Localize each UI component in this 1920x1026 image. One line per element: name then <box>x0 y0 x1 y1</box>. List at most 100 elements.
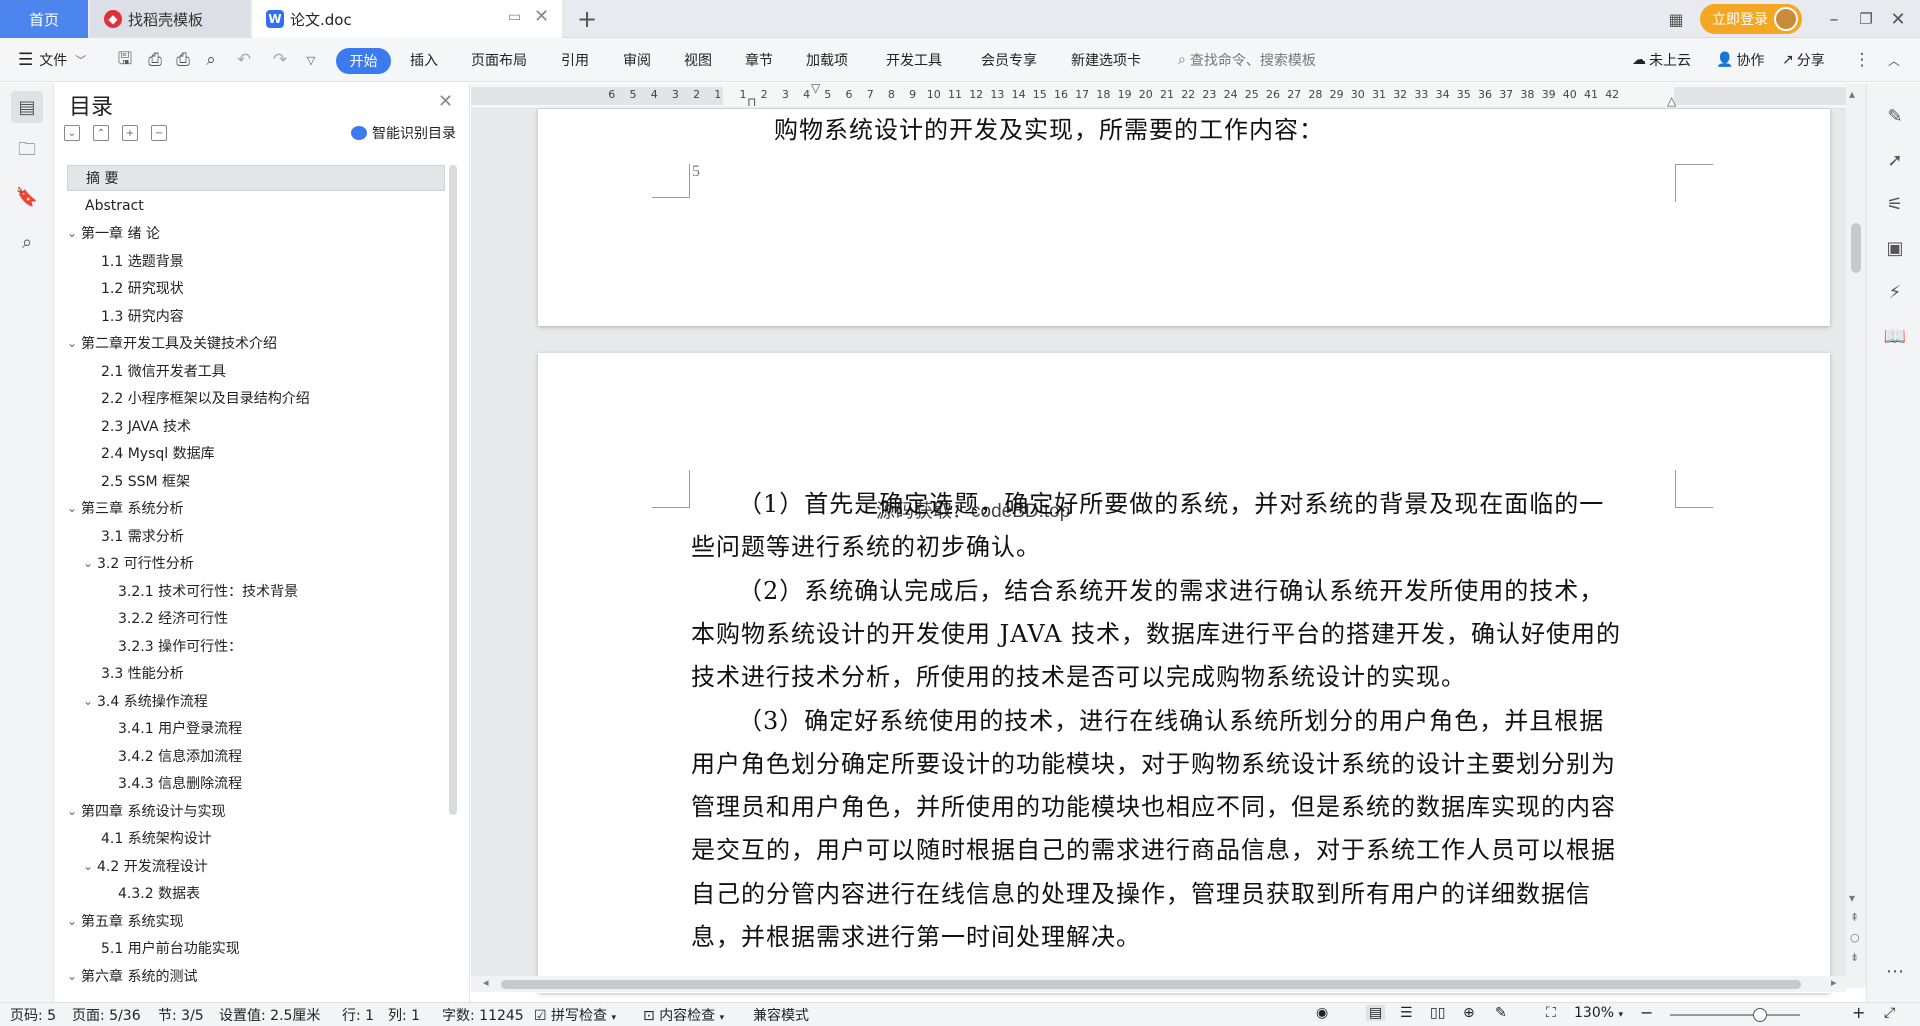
print-preview-icon[interactable]: ⌕ <box>200 49 222 71</box>
toc-item[interactable]: 3.2.3 操作可行性： <box>67 633 445 659</box>
next-page-icon[interactable]: ⇟ <box>1850 951 1859 964</box>
restore-icon[interactable]: ❐ <box>1852 4 1880 34</box>
tab-template-store[interactable]: ◆ 找稻壳模板 <box>90 0 250 38</box>
cloud-status[interactable]: ☁ 未上云 <box>1632 38 1691 82</box>
tab-document[interactable]: W 论文.doc ▭ ✕ <box>252 0 562 38</box>
collaborate-button[interactable]: 👤 协作 <box>1716 38 1764 82</box>
chevron-down-icon[interactable]: ⌄ <box>67 336 81 350</box>
toc-item[interactable]: 3.4.2 信息添加流程 <box>67 743 445 769</box>
toc-item[interactable]: ⌄ 第五章 系统实现 <box>67 908 445 934</box>
toc-scrollbar[interactable] <box>449 165 457 815</box>
ribbon-tab-review[interactable]: 审阅 <box>623 38 651 82</box>
chevron-down-icon[interactable]: ⌄ <box>67 226 81 240</box>
print-icon[interactable]: ⎙ <box>172 49 194 71</box>
apps-grid-icon[interactable]: ▦ <box>1662 6 1690 32</box>
window-restore-icon[interactable]: ▭ <box>508 9 521 25</box>
sliders-icon[interactable]: ⚟ <box>1882 191 1908 217</box>
close-tab-icon[interactable]: ✕ <box>534 6 549 27</box>
collapse-ribbon-icon[interactable]: ︿ <box>1884 49 1904 71</box>
chevron-down-icon[interactable]: ⌄ <box>83 859 97 873</box>
chevron-down-icon[interactable]: ⌄ <box>67 914 81 928</box>
remove-heading-icon[interactable]: − <box>151 125 167 141</box>
fit-page-icon[interactable]: ⛶ <box>1546 1005 1556 1021</box>
toc-item[interactable]: 1.3 研究内容 <box>67 303 445 329</box>
ribbon-tab-references[interactable]: 引用 <box>561 38 589 82</box>
select-browse-icon[interactable]: ○ <box>1850 931 1860 944</box>
file-menu[interactable]: ☰ 文件 ﹀ <box>18 38 86 82</box>
image-tool-icon[interactable]: ▣ <box>1882 235 1908 261</box>
toc-item[interactable]: 4.1 系统架构设计 <box>67 825 445 851</box>
chevron-down-icon[interactable]: ⌄ <box>67 501 81 515</box>
new-tab-icon[interactable]: + <box>572 4 602 34</box>
ribbon-tab-insert[interactable]: 插入 <box>410 38 438 82</box>
status-page-code[interactable]: 页码: 5 <box>10 1005 56 1025</box>
collapse-all-icon[interactable]: ⌄ <box>64 125 80 141</box>
outline-view-icon[interactable]: ☰ <box>1400 1005 1413 1021</box>
left-indent-icon[interactable]: ⊓ <box>747 95 756 109</box>
scroll-down-icon[interactable]: ▾ <box>1849 891 1855 905</box>
close-window-icon[interactable]: ✕ <box>1884 4 1912 34</box>
share-button[interactable]: ↗ 分享 <box>1782 38 1825 82</box>
toc-item[interactable]: 5.1 用户前台功能实现 <box>67 935 445 961</box>
toc-item[interactable]: 2.3 JAVA 技术 <box>67 413 445 439</box>
ribbon-tab-new[interactable]: 新建选项卡 <box>1071 38 1141 82</box>
fullscreen-icon[interactable]: ⤢ <box>1884 1005 1895 1021</box>
toc-item[interactable]: 2.2 小程序框架以及目录结构介绍 <box>67 385 445 411</box>
zoom-out-icon[interactable]: − <box>1640 1003 1653 1022</box>
undo-icon[interactable]: ↶ <box>230 49 258 71</box>
toc-item[interactable]: 2.4 Mysql 数据库 <box>67 440 445 466</box>
chevron-down-icon[interactable]: ⌄ <box>67 804 81 818</box>
toc-item[interactable]: ⌄ 第六章 系统的测试 <box>67 963 445 989</box>
toc-item[interactable]: 摘 要 <box>67 165 445 191</box>
zoom-level[interactable]: 130% ▾ <box>1574 1005 1623 1021</box>
status-page[interactable]: 页面: 5/36 <box>72 1005 141 1025</box>
ribbon-tab-member[interactable]: 会员专享 <box>981 38 1037 82</box>
zoom-slider-knob[interactable] <box>1753 1008 1767 1022</box>
status-word-count[interactable]: 字数: 11245 <box>442 1005 524 1025</box>
command-search[interactable]: ⌕ 查找命令、搜索模板 <box>1178 38 1316 82</box>
toc-item[interactable]: 3.2.2 经济可行性 <box>67 605 445 631</box>
scroll-up-icon[interactable]: ▴ <box>1849 87 1855 101</box>
expand-up-icon[interactable]: ⌃ <box>93 125 109 141</box>
ribbon-tab-view[interactable]: 视图 <box>684 38 712 82</box>
toc-panel-icon[interactable]: ▤ <box>11 91 43 123</box>
vertical-scroll-thumb[interactable] <box>1851 223 1861 273</box>
chevron-down-icon[interactable]: ⌄ <box>83 556 97 570</box>
toc-item[interactable]: ⌄ 4.2 开发流程设计 <box>67 853 445 879</box>
horizontal-scroll-thumb[interactable] <box>501 980 1801 989</box>
toc-item[interactable]: 2.1 微信开发者工具 <box>67 358 445 384</box>
toc-item[interactable]: 4.3.2 数据表 <box>67 880 445 906</box>
more-vertical-icon[interactable]: ⋮ <box>1852 49 1872 71</box>
save-icon[interactable]: 🖫 <box>114 49 136 71</box>
pen-icon[interactable]: ✎ <box>1882 103 1908 129</box>
ribbon-tab-developer[interactable]: 开发工具 <box>886 38 942 82</box>
toc-item[interactable]: ⌄ 第四章 系统设计与实现 <box>67 798 445 824</box>
toc-item[interactable]: 2.5 SSM 框架 <box>67 468 445 494</box>
pointer-icon[interactable]: ➚ <box>1882 147 1908 173</box>
horizontal-scrollbar[interactable]: ◂ ▸ <box>471 976 1846 992</box>
more-horizontal-icon[interactable]: ⋯ <box>1882 958 1908 984</box>
prev-page-icon[interactable]: ⇞ <box>1850 911 1859 924</box>
first-line-indent-icon[interactable]: ▽ <box>811 81 820 95</box>
horizontal-ruler[interactable]: ∟ 65432112345678910111213141516171819202… <box>471 81 1846 109</box>
content-check-button[interactable]: ⊡ 内容检查 ▾ <box>643 1005 724 1025</box>
find-icon[interactable]: ⌕ <box>11 226 43 258</box>
scroll-left-icon[interactable]: ◂ <box>483 976 489 989</box>
right-indent-icon[interactable]: △ <box>1667 94 1676 108</box>
toc-item[interactable]: ⌄ 第二章开发工具及关键技术介绍 <box>67 330 445 356</box>
reader-icon[interactable]: 📖 <box>1882 323 1908 349</box>
ribbon-tab-addins[interactable]: 加载项 <box>806 38 848 82</box>
spell-check-button[interactable]: ☑ 拼写检查 ▾ <box>534 1005 616 1025</box>
toc-item[interactable]: ⌄ 第三章 系统分析 <box>67 495 445 521</box>
toc-item[interactable]: ⌄ 3.4 系统操作流程 <box>67 688 445 714</box>
read-mode-icon[interactable]: ▯▯ <box>1430 1005 1445 1021</box>
toc-item[interactable]: Abstract <box>67 193 445 219</box>
ribbon-tab-start[interactable]: 开始 <box>336 48 391 74</box>
eye-protect-icon[interactable]: ◉ <box>1316 1005 1328 1021</box>
ribbon-tab-layout[interactable]: 页面布局 <box>471 38 527 82</box>
login-button[interactable]: 立即登录 <box>1700 4 1802 34</box>
zoom-in-icon[interactable]: + <box>1852 1003 1865 1022</box>
ai-assistant-icon[interactable]: ⚡ <box>1882 279 1908 305</box>
toc-item[interactable]: ⌄ 第一章 绪 论 <box>67 220 445 246</box>
ribbon-tab-chapter[interactable]: 章节 <box>745 38 773 82</box>
